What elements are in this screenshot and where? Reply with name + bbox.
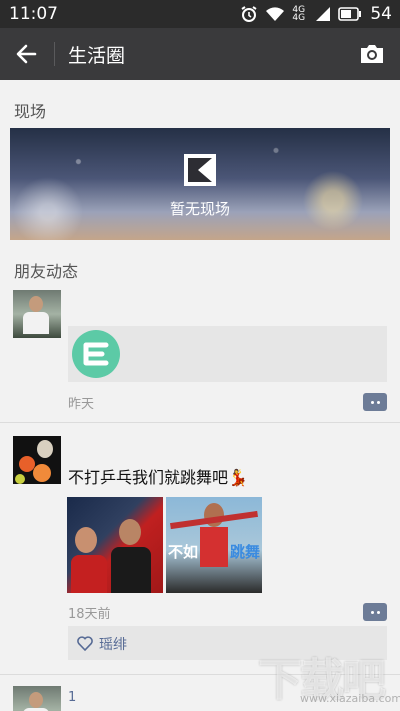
photo-caption-left: 不如: [168, 543, 199, 561]
live-banner[interactable]: 暂无现场: [10, 128, 390, 240]
comment-button[interactable]: [363, 393, 387, 411]
battery-level: 54: [370, 4, 392, 24]
avatar-flower: [33, 464, 51, 482]
post-divider: [0, 422, 400, 423]
dot: [376, 610, 380, 614]
shared-app-icon: [72, 330, 120, 378]
avatar-face: [29, 296, 43, 312]
app-bar: 生活圈: [0, 28, 400, 80]
back-button[interactable]: [12, 40, 40, 68]
live-empty-text: 暂无现场: [169, 200, 230, 218]
network-type-label: 4G 4G: [292, 6, 308, 23]
post-text: 不打乒乓我们就跳舞吧💃: [68, 468, 248, 487]
camera-icon: [361, 45, 383, 63]
dot: [370, 610, 374, 614]
alarm-clock-icon: [241, 6, 257, 22]
avatar-flower: [15, 474, 25, 484]
dot: [376, 400, 380, 404]
status-icons: 4G 4G 54: [240, 4, 392, 24]
photo-figure: [75, 527, 97, 553]
live-section-label: 现场: [14, 102, 47, 121]
post-text: 1: [68, 690, 77, 705]
post-time: 18天前: [68, 607, 111, 622]
shared-link-card[interactable]: [68, 326, 387, 382]
wifi-icon: [266, 6, 285, 21]
avatar[interactable]: [13, 686, 61, 711]
post-photo[interactable]: 不如 跳舞: [166, 497, 262, 593]
avatar-body: [23, 312, 49, 334]
avatar-face: [37, 440, 53, 458]
photo-figure: [119, 519, 141, 545]
network-label-bottom: 4G: [292, 13, 306, 23]
photo-caption-right: 跳舞: [230, 543, 261, 561]
camera-button[interactable]: [358, 40, 386, 68]
status-bar: 11:07 4G 4G 54: [0, 0, 400, 28]
live-logo-icon: [184, 154, 216, 186]
e-logo-icon: [83, 342, 109, 366]
photo-figure: [111, 547, 151, 593]
comment-button[interactable]: [363, 603, 387, 621]
battery-icon: [338, 7, 362, 21]
heart-icon: [77, 636, 93, 651]
like-user-name[interactable]: 瑶绯: [99, 634, 127, 654]
signal-icon: [316, 7, 331, 21]
photo-figure: [200, 527, 228, 567]
avatar[interactable]: [13, 436, 61, 484]
post-photo[interactable]: [67, 497, 163, 593]
avatar[interactable]: [13, 290, 61, 338]
arrow-left-icon: [16, 44, 37, 64]
feed-section-label: 朋友动态: [14, 262, 79, 281]
dot: [370, 400, 374, 404]
watermark-url: www.xiazaiba.com: [300, 692, 400, 705]
avatar-face: [29, 692, 43, 708]
post-time: 昨天: [68, 397, 95, 412]
photo-figure: [71, 555, 107, 593]
status-time: 11:07: [9, 4, 58, 24]
app-bar-divider: [54, 42, 55, 66]
page-title: 生活圈: [68, 45, 126, 67]
